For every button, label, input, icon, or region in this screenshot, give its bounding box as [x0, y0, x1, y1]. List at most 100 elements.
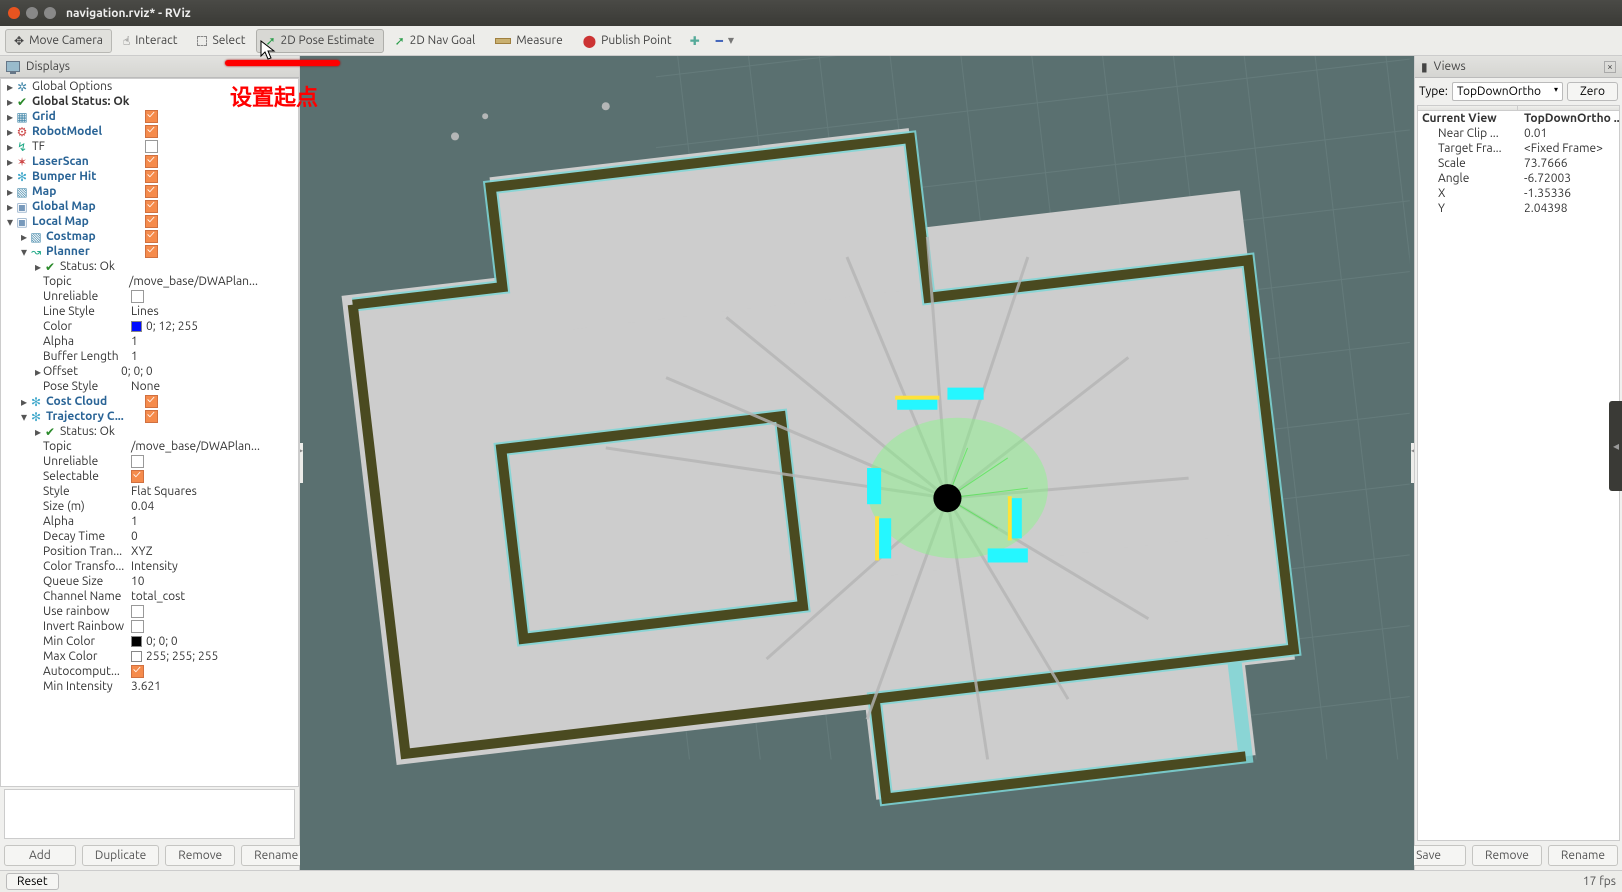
- split-handle-right[interactable]: ◂: [1411, 443, 1414, 483]
- minus-button[interactable]: ━ ▼: [709, 29, 741, 53]
- cloud-icon: ✻: [29, 396, 43, 408]
- check-icon: ✔: [43, 426, 57, 438]
- view-type-select[interactable]: TopDownOrtho ▾: [1452, 82, 1563, 101]
- viewport[interactable]: ▸ ◂: [300, 56, 1414, 870]
- tree-item[interactable]: Trajectory C...: [46, 410, 124, 423]
- tree-item[interactable]: Costmap: [46, 230, 96, 243]
- tree-item[interactable]: Global Options: [32, 80, 112, 93]
- property-value[interactable]: Flat Squares: [131, 485, 298, 498]
- tree-item[interactable]: TF: [32, 140, 45, 153]
- checkbox[interactable]: [131, 620, 144, 633]
- property-value[interactable]: 255; 255; 255: [146, 650, 298, 663]
- checkbox[interactable]: [145, 110, 158, 123]
- checkbox[interactable]: [145, 140, 158, 153]
- checkbox[interactable]: [145, 125, 158, 138]
- tree-item[interactable]: Map: [32, 185, 56, 198]
- reset-button[interactable]: Reset: [6, 873, 59, 890]
- tree-item[interactable]: Status: Ok: [60, 260, 115, 273]
- duplicate-button[interactable]: Duplicate: [82, 845, 159, 866]
- minimize-icon[interactable]: [26, 7, 38, 19]
- tree-item[interactable]: Global Status: Ok: [32, 95, 130, 108]
- tree-item[interactable]: Local Map: [32, 215, 89, 228]
- tree-item[interactable]: Cost Cloud: [46, 395, 107, 408]
- checkbox[interactable]: [145, 215, 158, 228]
- checkbox[interactable]: [145, 155, 158, 168]
- rename-button[interactable]: Rename: [1548, 845, 1618, 866]
- color-swatch[interactable]: [131, 636, 142, 647]
- interact-button[interactable]: ☝ Interact: [114, 29, 187, 53]
- views-table[interactable]: Current ViewTopDownOrtho ... Near Clip .…: [1417, 105, 1620, 841]
- view-prop-val[interactable]: 73.7666: [1518, 157, 1619, 170]
- add-button[interactable]: Add: [4, 845, 76, 866]
- property-value[interactable]: Intensity: [131, 560, 298, 573]
- view-prop-val[interactable]: 0.01: [1518, 127, 1619, 140]
- pin-icon: ⬤: [583, 34, 596, 48]
- property-value[interactable]: 1: [131, 350, 298, 363]
- remove-button[interactable]: Remove: [165, 845, 235, 866]
- maximize-icon[interactable]: [44, 7, 56, 19]
- tree-item[interactable]: Global Map: [32, 200, 96, 213]
- close-icon[interactable]: ×: [1604, 61, 1616, 73]
- remove-button[interactable]: Remove: [1472, 845, 1542, 866]
- nav-goal-button[interactable]: ➚ 2D Nav Goal: [386, 29, 485, 53]
- views-header[interactable]: ▮ Views ×: [1415, 56, 1622, 78]
- property-value[interactable]: 10: [131, 575, 298, 588]
- checkbox[interactable]: [145, 230, 158, 243]
- property-key: Selectable: [43, 470, 131, 483]
- property-value[interactable]: 0; 0; 0: [121, 365, 298, 378]
- property-value[interactable]: 1: [131, 335, 298, 348]
- property-value[interactable]: /move_base/DWAPlan...: [131, 440, 298, 453]
- tree-item[interactable]: Status: Ok: [60, 425, 115, 438]
- split-handle-left[interactable]: ▸: [300, 443, 303, 483]
- property-value[interactable]: /move_base/DWAPlan...: [129, 275, 298, 288]
- select-button[interactable]: Select: [188, 29, 254, 53]
- property-value[interactable]: 0; 0; 0: [146, 635, 298, 648]
- property-value[interactable]: 1: [131, 515, 298, 528]
- close-icon[interactable]: [8, 7, 20, 19]
- pose-estimate-button[interactable]: ➚ 2D Pose Estimate: [256, 29, 383, 53]
- property-value[interactable]: 0.04: [131, 500, 298, 513]
- view-prop-val[interactable]: 2.04398: [1518, 202, 1619, 215]
- publish-point-label: Publish Point: [601, 34, 671, 47]
- property-value[interactable]: 0: [131, 530, 298, 543]
- tree-item[interactable]: LaserScan: [32, 155, 89, 168]
- property-value[interactable]: Lines: [131, 305, 298, 318]
- property-value[interactable]: 3.621: [131, 680, 298, 693]
- zero-button[interactable]: Zero: [1567, 82, 1618, 101]
- type-label: Type:: [1419, 85, 1448, 98]
- tree-item[interactable]: RobotModel: [32, 125, 102, 138]
- property-value[interactable]: total_cost: [131, 590, 298, 603]
- property-value[interactable]: None: [131, 380, 298, 393]
- tree-item[interactable]: Grid: [32, 110, 56, 123]
- checkbox[interactable]: [131, 605, 144, 618]
- tree-item[interactable]: Bumper Hit: [32, 170, 96, 183]
- plus-button[interactable]: ✚: [683, 29, 707, 53]
- checkbox[interactable]: [145, 395, 158, 408]
- view-prop-val[interactable]: -1.35336: [1518, 187, 1619, 200]
- checkbox[interactable]: [131, 665, 144, 678]
- move-camera-button[interactable]: ✥ Move Camera: [5, 29, 112, 53]
- checkbox[interactable]: [145, 170, 158, 183]
- checkbox[interactable]: [145, 185, 158, 198]
- checkbox[interactable]: [131, 290, 144, 303]
- view-prop-val[interactable]: -6.72003: [1518, 172, 1619, 185]
- current-view-key[interactable]: Current View: [1418, 112, 1518, 125]
- color-swatch[interactable]: [131, 321, 142, 332]
- checkbox[interactable]: [145, 200, 158, 213]
- displays-tree[interactable]: ▸✲Global Options ▸✔Global Status: Ok ▸▦G…: [0, 78, 299, 787]
- measure-button[interactable]: Measure: [486, 29, 571, 53]
- collapse-handle[interactable]: ◂: [1609, 401, 1622, 491]
- checkbox[interactable]: [145, 245, 158, 258]
- color-swatch[interactable]: [131, 651, 142, 662]
- checkbox[interactable]: [145, 410, 158, 423]
- property-value[interactable]: XYZ: [131, 545, 298, 558]
- current-view-val: TopDownOrtho ...: [1518, 112, 1619, 125]
- publish-point-button[interactable]: ⬤ Publish Point: [574, 29, 681, 53]
- checkbox[interactable]: [131, 455, 144, 468]
- property-value[interactable]: 0; 12; 255: [146, 320, 298, 333]
- check-icon: ✔: [43, 261, 57, 273]
- interact-icon: ☝: [123, 34, 130, 48]
- tree-item[interactable]: Planner: [46, 245, 90, 258]
- checkbox[interactable]: [131, 470, 144, 483]
- view-prop-val[interactable]: <Fixed Frame>: [1518, 142, 1619, 155]
